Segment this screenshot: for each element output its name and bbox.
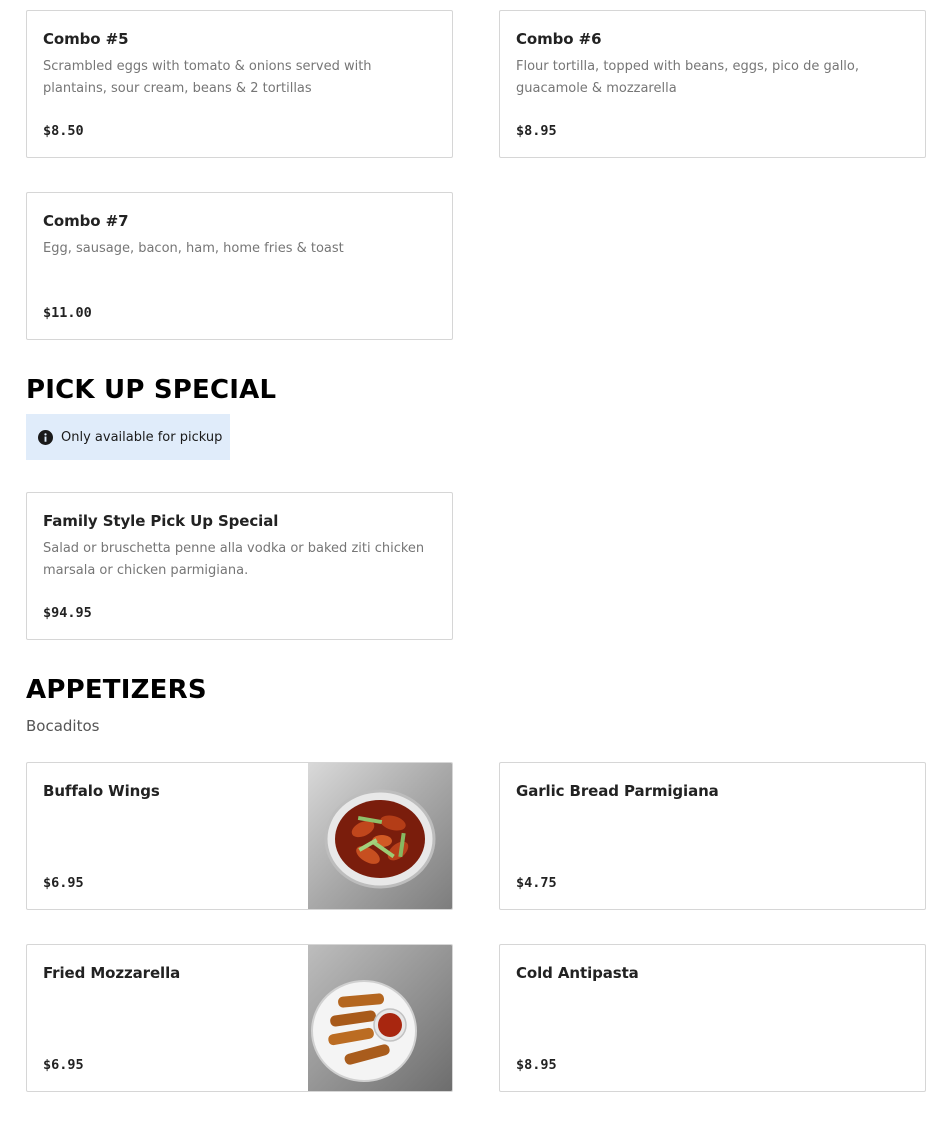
menu-item-family-style-pickup-special[interactable]: Family Style Pick Up Special Salad or br… — [26, 492, 453, 640]
menu-item-cold-antipasta[interactable]: Cold Antipasta $8.95 — [499, 944, 926, 1092]
item-price: $6.95 — [43, 875, 84, 891]
item-name: Fried Mozzarella — [43, 964, 181, 982]
menu-item-combo-6[interactable]: Combo #6 Flour tortilla, topped with bea… — [499, 10, 926, 158]
item-name: Combo #6 — [516, 30, 602, 48]
section-title-pickup-special: PICK UP SPECIAL — [26, 375, 277, 405]
item-name: Cold Antipasta — [516, 964, 639, 982]
item-price: $8.95 — [516, 123, 557, 139]
item-name: Garlic Bread Parmigiana — [516, 782, 719, 800]
menu-item-fried-mozzarella[interactable]: Fried Mozzarella $6.95 — [26, 944, 453, 1092]
buffalo-wings-photo — [308, 763, 452, 909]
item-name: Combo #5 — [43, 30, 129, 48]
info-icon — [38, 429, 53, 445]
item-price: $11.00 — [43, 305, 92, 321]
menu-item-garlic-bread-parmigiana[interactable]: Garlic Bread Parmigiana $4.75 — [499, 762, 926, 910]
fried-mozzarella-photo — [308, 945, 452, 1091]
item-description: Scrambled eggs with tomato & onions serv… — [43, 59, 372, 96]
item-price: $8.50 — [43, 123, 84, 139]
item-description: Salad or bruschetta penne alla vodka or … — [43, 541, 425, 578]
item-price: $8.95 — [516, 1057, 557, 1073]
menu-item-combo-7[interactable]: Combo #7 Egg, sausage, bacon, ham, home … — [26, 192, 453, 340]
item-description: Egg, sausage, bacon, ham, home fries & t… — [43, 241, 344, 256]
item-price: $94.95 — [43, 605, 92, 621]
item-price: $4.75 — [516, 875, 557, 891]
item-price: $6.95 — [43, 1057, 84, 1073]
pickup-notice-text: Only available for pickup — [61, 429, 223, 445]
section-title-appetizers: APPETIZERS — [26, 675, 207, 705]
menu-item-combo-5[interactable]: Combo #5 Scrambled eggs with tomato & on… — [26, 10, 453, 158]
item-name: Combo #7 — [43, 212, 129, 230]
menu-item-buffalo-wings[interactable]: Buffalo Wings $6.95 — [26, 762, 453, 910]
item-description: Flour tortilla, topped with beans, eggs,… — [516, 59, 860, 96]
section-subtitle: Bocaditos — [26, 717, 100, 735]
pickup-notice-banner: Only available for pickup — [26, 414, 230, 460]
item-name: Buffalo Wings — [43, 782, 160, 800]
item-name: Family Style Pick Up Special — [43, 512, 279, 530]
